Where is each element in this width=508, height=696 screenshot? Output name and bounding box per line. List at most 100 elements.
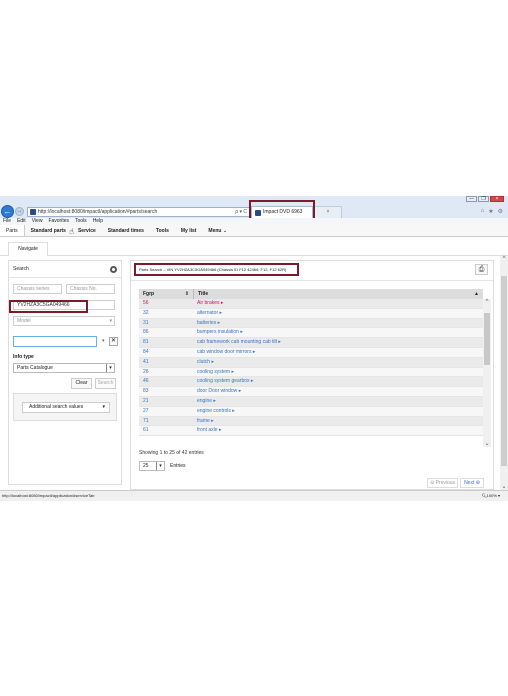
nav-standard-times[interactable]: Standard times <box>102 225 150 236</box>
new-tab-button[interactable]: × <box>314 206 342 218</box>
menu-view[interactable]: View <box>32 218 43 225</box>
page-scroll-thumb[interactable] <box>501 276 507 466</box>
free-text-input[interactable] <box>13 336 97 347</box>
home-icon[interactable]: ⌂ <box>481 208 485 215</box>
scroll-up-icon[interactable]: ^ <box>483 299 491 305</box>
menu-favorites[interactable]: Favorites <box>48 218 69 225</box>
table-row[interactable]: 86 bumpers insulation ▸ <box>139 328 483 339</box>
sub-navbar: Navigate <box>0 238 508 256</box>
previous-page-button[interactable]: ⊖ Previous <box>427 478 458 488</box>
favorites-star-icon[interactable]: ★ <box>488 208 493 215</box>
cell-title[interactable]: clutch ▸ <box>193 358 483 367</box>
next-icon: ⊕ <box>474 480 480 486</box>
nav-parts[interactable]: Parts <box>0 225 25 236</box>
info-type-select[interactable]: Parts Catalogue ▾ <box>13 363 115 373</box>
table-scrollbar[interactable]: ^ ⌄ <box>483 299 491 447</box>
table-row[interactable]: 84 cab window door mirrors ▸ <box>139 347 483 358</box>
address-bar[interactable]: http://localhost:8080/impactI/applicatio… <box>27 207 250 217</box>
settings-gear-icon[interactable]: ⚙ <box>498 208 503 215</box>
scroll-down-icon[interactable]: ⌄ <box>483 440 491 447</box>
close-window-button[interactable]: × <box>490 196 504 202</box>
next-page-button[interactable]: Next ⊕ <box>460 478 484 488</box>
cell-title[interactable]: Air brakes ▸ <box>193 299 483 308</box>
nav-standard-parts[interactable]: Standard parts <box>25 225 72 236</box>
cell-fgrp[interactable]: 21 <box>139 397 193 406</box>
table-row[interactable]: 41 clutch ▸ <box>139 357 483 368</box>
cell-title[interactable]: batteries ▸ <box>193 319 483 328</box>
search-button[interactable]: Search <box>95 378 116 389</box>
settings-icon[interactable] <box>110 266 117 273</box>
page-size-select[interactable]: 25 ▾ <box>139 461 165 471</box>
cell-title[interactable]: cab window door mirrors ▸ <box>193 348 483 357</box>
cell-fgrp[interactable]: 81 <box>139 338 193 347</box>
status-url: http://localhost:8080/impactI/applicatio… <box>2 493 95 498</box>
menu-tools[interactable]: Tools <box>75 218 87 225</box>
cell-fgrp[interactable]: 31 <box>139 319 193 328</box>
cell-title[interactable]: bumpers insulation ▸ <box>193 328 483 337</box>
back-button[interactable]: ← <box>1 205 14 218</box>
column-fgrp-label: Fgrp <box>143 291 155 297</box>
menu-help[interactable]: Help <box>93 218 103 225</box>
cell-title[interactable]: alternator ▸ <box>193 309 483 318</box>
table-row[interactable]: 46 cooling system gearbox ▸ <box>139 377 483 388</box>
cell-fgrp[interactable]: 61 <box>139 426 193 435</box>
dropdown-arrow-icon[interactable]: ▾ <box>102 338 105 344</box>
chassis-series-input[interactable]: Chassis series <box>13 284 62 294</box>
cell-fgrp[interactable]: 26 <box>139 368 193 377</box>
cell-title[interactable]: engine ▸ <box>193 397 483 406</box>
zoom-level[interactable]: 🔍︎100% ▾ <box>482 491 500 501</box>
table-row[interactable]: 56 Air brakes ▸ <box>139 299 483 309</box>
model-select[interactable]: Model ▾ <box>13 316 115 326</box>
cell-fgrp[interactable]: 46 <box>139 377 193 386</box>
clear-x-icon[interactable]: ✕ <box>109 337 118 346</box>
scroll-up-icon[interactable]: ^ <box>500 256 508 262</box>
column-fgrp[interactable]: Fgrp ⇕ <box>139 289 193 299</box>
table-row[interactable]: 31 batteries ▸ <box>139 318 483 329</box>
cell-fgrp[interactable]: 32 <box>139 309 193 318</box>
forward-button[interactable]: → <box>15 207 24 216</box>
nav-menu[interactable]: Menu ⌄ <box>202 225 233 236</box>
table-row[interactable]: 81 cab framework cab mounting cab tilt ▸ <box>139 338 483 348</box>
cell-fgrp[interactable]: 41 <box>139 358 193 367</box>
menu-file[interactable]: File <box>3 218 11 225</box>
clear-button[interactable]: Clear <box>71 378 92 389</box>
nav-tools[interactable]: Tools <box>150 225 175 236</box>
table-row[interactable]: 83 door Door window ▸ <box>139 387 483 397</box>
cell-fgrp[interactable]: 27 <box>139 407 193 416</box>
results-table: Fgrp ⇕ Title ▲ 56 Air brakes ▸ 32 alternato… <box>139 289 491 447</box>
cell-title[interactable]: front axle ▸ <box>193 426 483 435</box>
cell-title[interactable]: door Door window ▸ <box>193 387 483 396</box>
table-row[interactable]: 71 frame ▸ <box>139 416 483 427</box>
cell-title[interactable]: frame ▸ <box>193 417 483 426</box>
cell-fgrp[interactable]: 71 <box>139 417 193 426</box>
scroll-down-icon[interactable]: ⌄ <box>500 483 508 490</box>
column-title[interactable]: Title ▲ <box>193 289 483 299</box>
scroll-thumb[interactable] <box>484 313 490 365</box>
maximize-button[interactable]: ❐ <box>478 196 489 202</box>
cell-fgrp[interactable]: 83 <box>139 387 193 396</box>
table-row[interactable]: 26 cooling system ▸ <box>139 367 483 378</box>
cell-title-text: front axle <box>197 427 218 434</box>
cell-title[interactable]: cooling system gearbox ▸ <box>193 377 483 386</box>
chassis-no-input[interactable]: Chassis No. <box>66 284 115 294</box>
cell-fgrp[interactable]: 86 <box>139 328 193 337</box>
cell-fgrp[interactable]: 84 <box>139 348 193 357</box>
cell-title[interactable]: cooling system ▸ <box>193 368 483 377</box>
menu-edit[interactable]: Edit <box>17 218 26 225</box>
table-row[interactable]: 32 alternator ▸ <box>139 308 483 319</box>
table-row[interactable]: 61 front axle ▸ <box>139 426 483 437</box>
minimize-button[interactable]: — <box>466 196 477 202</box>
nav-my-list[interactable]: My list <box>175 225 203 236</box>
cell-title[interactable]: cab framework cab mounting cab tilt ▸ <box>193 338 483 347</box>
table-row[interactable]: 21 engine ▸ <box>139 396 483 407</box>
additional-search-values-button[interactable]: Additional search values ▾ <box>22 402 110 413</box>
print-icon[interactable]: ⎙ <box>475 264 488 275</box>
cell-title[interactable]: engine controls ▸ <box>193 407 483 416</box>
address-tools[interactable]: ρ ▾ C <box>235 208 247 216</box>
page-scrollbar[interactable]: ^ ⌄ <box>500 256 508 490</box>
table-row[interactable]: 27 engine controls ▸ <box>139 406 483 417</box>
tab-navigate[interactable]: Navigate <box>8 242 48 256</box>
cell-fgrp[interactable]: 56 <box>139 299 193 308</box>
table-body: 56 Air brakes ▸ 32 alternator ▸ 31 batteries … <box>139 299 483 437</box>
nav-service[interactable]: Service <box>72 225 102 236</box>
